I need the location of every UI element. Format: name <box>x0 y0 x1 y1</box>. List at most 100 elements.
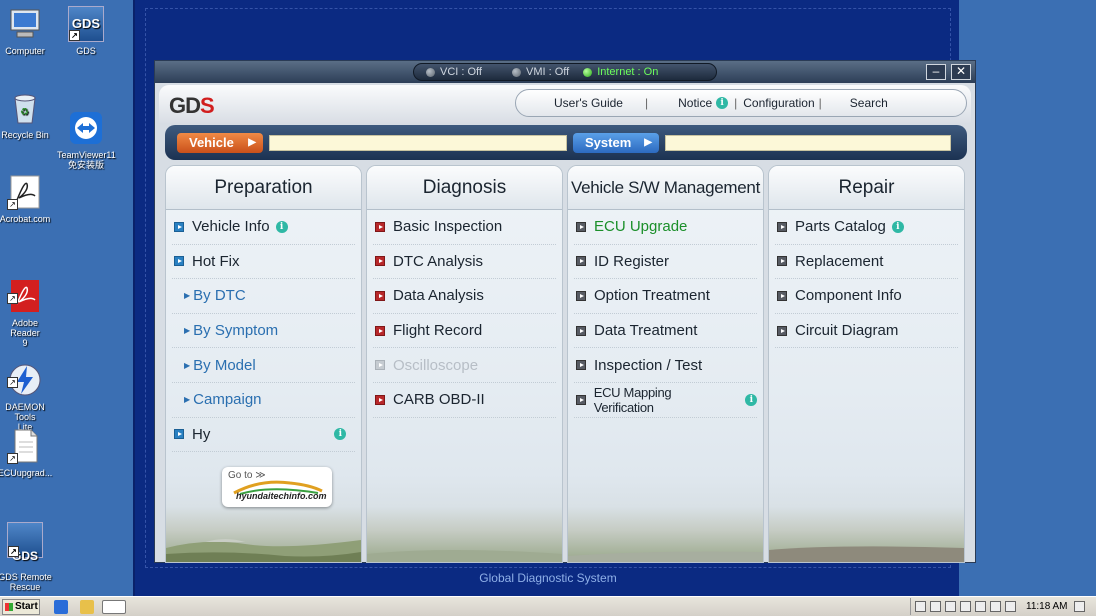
network-icon[interactable] <box>930 601 941 612</box>
desktop-icon-computer[interactable]: Computer <box>0 6 54 56</box>
clock[interactable]: 11:18 AM <box>1026 601 1068 612</box>
ie-icon[interactable] <box>54 600 68 614</box>
notice-link[interactable]: Notice i <box>648 96 734 110</box>
menu-item-by-dtc[interactable]: ▶ By DTC <box>172 279 355 314</box>
landscape-image <box>769 546 964 562</box>
desktop-icon-gds[interactable]: GDS ↗ GDS <box>57 6 115 56</box>
start-button[interactable]: Start <box>2 599 40 615</box>
bullet-icon <box>375 325 385 336</box>
adobe-reader-icon: ↗ <box>7 268 43 312</box>
computer-icon <box>7 6 43 42</box>
menu-item-id-register[interactable]: ID Register <box>574 245 757 280</box>
desktop-icon-teamviewer[interactable]: TeamViewer11 免安装版 <box>57 90 116 170</box>
menu-item-inspection-test[interactable]: Inspection / Test <box>574 348 757 383</box>
menu-item-hot-fix[interactable]: Hot Fix <box>172 245 355 280</box>
menu-item-by-symptom[interactable]: ▶ By Symptom <box>172 314 355 349</box>
desktop-icon-label: Computer <box>5 46 45 56</box>
repair-panel: Repair Parts Catalog i Replacement Compo… <box>768 165 965 563</box>
desktop-icon-recycle-bin[interactable]: ♻ Recycle Bin <box>0 90 54 140</box>
bullet-icon <box>375 360 385 371</box>
logo-accent: S <box>200 93 215 118</box>
menu-panels: Preparation Vehicle Info i Hot Fix ▶ By … <box>165 165 967 563</box>
menu-item-flight-record[interactable]: Flight Record <box>373 314 556 349</box>
volume-icon[interactable] <box>1005 601 1016 612</box>
goto-hyundaitechinfo-badge[interactable]: Go to ≫ hyundaitechinfo.com <box>222 467 332 507</box>
bullet-icon <box>375 394 385 405</box>
configuration-link[interactable]: Configuration <box>737 96 818 110</box>
system-select-button[interactable]: System ▶ <box>573 133 659 153</box>
bluetooth-icon[interactable] <box>960 601 971 612</box>
shortcut-arrow-icon: ↗ <box>7 453 18 464</box>
vci-status-label: VCI : Off <box>440 66 482 78</box>
info-icon[interactable]: i <box>334 428 347 441</box>
bullet-icon <box>777 325 787 336</box>
vci-status-dot-icon <box>426 67 435 77</box>
menu-item-circuit-diagram[interactable]: Circuit Diagram <box>775 314 958 349</box>
system-tray: 11:18 AM <box>910 598 1096 615</box>
menu-item-option-treatment[interactable]: Option Treatment <box>574 279 757 314</box>
menu-item-basic-inspection[interactable]: Basic Inspection <box>373 210 556 245</box>
vehicle-field[interactable] <box>269 135 567 151</box>
bullet-icon <box>375 221 385 232</box>
menu-item-parts-catalog[interactable]: Parts Catalog i <box>775 210 958 245</box>
panel-title: Repair <box>769 166 964 210</box>
landscape-image <box>166 539 361 562</box>
folder-icon[interactable] <box>80 600 94 614</box>
users-guide-link[interactable]: User's Guide <box>516 96 635 110</box>
menu-item-data-analysis[interactable]: Data Analysis <box>373 279 556 314</box>
acrobat-icon: ↗ <box>7 174 43 210</box>
connection-status-bar: VCI : Off VMI : Off Internet : On <box>413 63 717 81</box>
menu-item-ecu-upgrade[interactable]: ECU Upgrade <box>574 210 757 245</box>
menu-item-ecu-mapping-verification[interactable]: ECU Mapping Verification i <box>574 383 757 418</box>
menu-item-label: By DTC <box>193 287 246 305</box>
bullet-icon <box>777 290 787 301</box>
bullet-icon <box>576 360 586 371</box>
info-icon[interactable]: i <box>275 220 288 233</box>
menu-item-vehicle-info[interactable]: Vehicle Info i <box>172 210 355 245</box>
desktop-icon-acrobat[interactable]: ↗ Acrobat.com <box>0 174 54 224</box>
menu-item-campaign[interactable]: ▶ Campaign <box>172 383 355 418</box>
menu-item-data-treatment[interactable]: Data Treatment <box>574 314 757 349</box>
flag-icon[interactable] <box>915 601 926 612</box>
app-header: GDS User's Guide | Notice i | Configurat… <box>159 85 971 123</box>
bullet-icon <box>375 290 385 301</box>
minimize-button[interactable]: – <box>926 64 946 80</box>
bullet-icon <box>576 325 586 336</box>
sw-management-panel: Vehicle S/W Management ECU Upgrade ID Re… <box>567 165 764 563</box>
search-link[interactable]: Search <box>822 96 900 110</box>
menu-item-by-model[interactable]: ▶ By Model <box>172 348 355 383</box>
close-button[interactable]: ✕ <box>951 64 971 80</box>
usb-icon[interactable] <box>990 601 1001 612</box>
desktop-icon-ecuupgrade[interactable]: ↗ ECUupgrad... <box>0 428 54 478</box>
menu-item-label: Circuit Diagram <box>795 322 899 340</box>
system-field[interactable] <box>665 135 951 151</box>
menu-item-hy[interactable]: Hy i <box>172 418 355 453</box>
menu-item-dtc-analysis[interactable]: DTC Analysis <box>373 245 556 280</box>
vehicle-system-bar: Vehicle ▶ System ▶ <box>165 125 967 160</box>
info-icon[interactable]: i <box>745 393 757 406</box>
menu-item-label: Component Info <box>795 287 902 305</box>
file-icon: ↗ <box>7 428 43 464</box>
vehicle-select-button[interactable]: Vehicle ▶ <box>177 133 263 153</box>
menu-item-label: Oscilloscope <box>393 356 479 374</box>
menu-item-replacement[interactable]: Replacement <box>775 245 958 280</box>
menu-item-carb-obd-ii[interactable]: CARB OBD-II <box>373 383 556 418</box>
menu-item-component-info[interactable]: Component Info <box>775 279 958 314</box>
desktop-icon-adobe-reader[interactable]: ↗ Adobe Reader 9 <box>0 258 54 348</box>
info-icon[interactable]: i <box>891 220 904 233</box>
taskbar: Start 11:18 AM <box>0 596 1096 616</box>
desktop-icon-label: GDS <box>76 46 96 56</box>
shortcut-arrow-icon: ↗ <box>7 377 18 388</box>
daemon-tools-icon: ↗ <box>7 352 43 396</box>
top-nav: User's Guide | Notice i | Configuration … <box>515 89 967 117</box>
update-icon[interactable] <box>945 601 956 612</box>
display-icon[interactable] <box>975 601 986 612</box>
shortcut-arrow-icon: ↗ <box>7 199 18 210</box>
desktop-icon-daemon-tools[interactable]: ↗ DAEMON Tools Lite <box>0 342 54 432</box>
bullet-icon <box>777 256 787 267</box>
triangle-right-icon: ▶ <box>184 395 191 405</box>
menu-item-label: Campaign <box>193 391 262 409</box>
show-desktop-icon[interactable] <box>1073 601 1085 612</box>
goto-site: hyundaitechinfo.com <box>236 491 327 501</box>
taskbar-gds-window-button[interactable] <box>102 600 126 614</box>
